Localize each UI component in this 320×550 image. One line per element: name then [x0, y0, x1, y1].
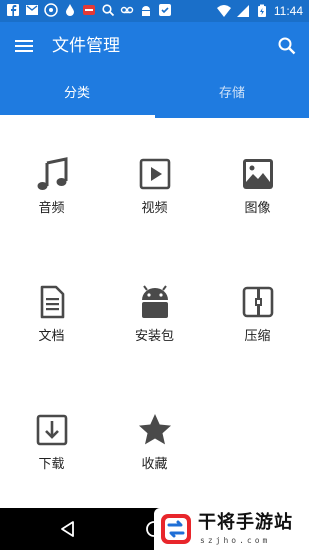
category-label: 压缩: [244, 329, 271, 344]
page-title: 文件管理: [52, 36, 120, 56]
app-icon: [44, 3, 58, 17]
voicemail-icon: [120, 6, 134, 14]
watermark-logo-icon: [161, 514, 191, 544]
tab-storage[interactable]: 存储: [155, 70, 309, 118]
category-label: 收藏: [141, 457, 168, 472]
android-icon: [142, 6, 150, 16]
status-bar: 11:44: [0, 0, 309, 22]
mail-icon: [26, 5, 38, 15]
category-apk[interactable]: 安装包: [103, 284, 206, 374]
status-time: 11:44: [273, 4, 303, 18]
category-label: 图像: [244, 201, 271, 216]
water-icon: [66, 4, 74, 16]
category-label: 音频: [38, 201, 65, 216]
menu-icon[interactable]: [12, 34, 36, 58]
category-image[interactable]: 图像: [206, 156, 309, 246]
category-document[interactable]: 文档: [0, 284, 103, 374]
check-icon: [159, 4, 171, 16]
image-icon: [242, 159, 273, 189]
battery-icon: [257, 4, 266, 17]
wifi-icon: [216, 5, 231, 17]
category-favorite[interactable]: 收藏: [103, 412, 206, 502]
status-bar-notifications: [6, 3, 172, 17]
category-label: 下载: [38, 457, 65, 472]
badge-icon: [83, 5, 95, 15]
video-icon: [139, 158, 170, 190]
signal-icon: [236, 5, 249, 17]
category-label: 视频: [141, 201, 168, 216]
category-label: 安装包: [134, 329, 174, 344]
back-icon[interactable]: [58, 519, 78, 539]
archive-icon: [242, 286, 273, 318]
category-grid: 音频 视频 图像 文档 安装包 压缩 下载 收藏: [0, 118, 309, 508]
status-bar-system: 11:44: [216, 3, 303, 19]
watermark: 干将手游站 szjho.com: [154, 508, 309, 550]
search-icon: [102, 4, 115, 17]
category-audio[interactable]: 音频: [0, 156, 103, 246]
android-icon: [141, 285, 168, 318]
category-archive[interactable]: 压缩: [206, 284, 309, 374]
category-download[interactable]: 下载: [0, 412, 103, 502]
category-video[interactable]: 视频: [103, 156, 206, 246]
watermark-title: 干将手游站: [198, 512, 293, 533]
tab-category[interactable]: 分类: [0, 70, 154, 118]
app-bar: 文件管理: [0, 22, 309, 70]
tab-bar: 分类 存储: [0, 70, 309, 118]
category-label: 文档: [38, 329, 65, 344]
music-note-icon: [37, 157, 67, 190]
star-icon: [138, 414, 171, 445]
facebook-icon: [7, 4, 19, 16]
download-icon: [36, 414, 67, 446]
watermark-subtitle: szjho.com: [200, 536, 271, 545]
search-button[interactable]: [275, 34, 299, 58]
document-icon: [40, 285, 64, 319]
